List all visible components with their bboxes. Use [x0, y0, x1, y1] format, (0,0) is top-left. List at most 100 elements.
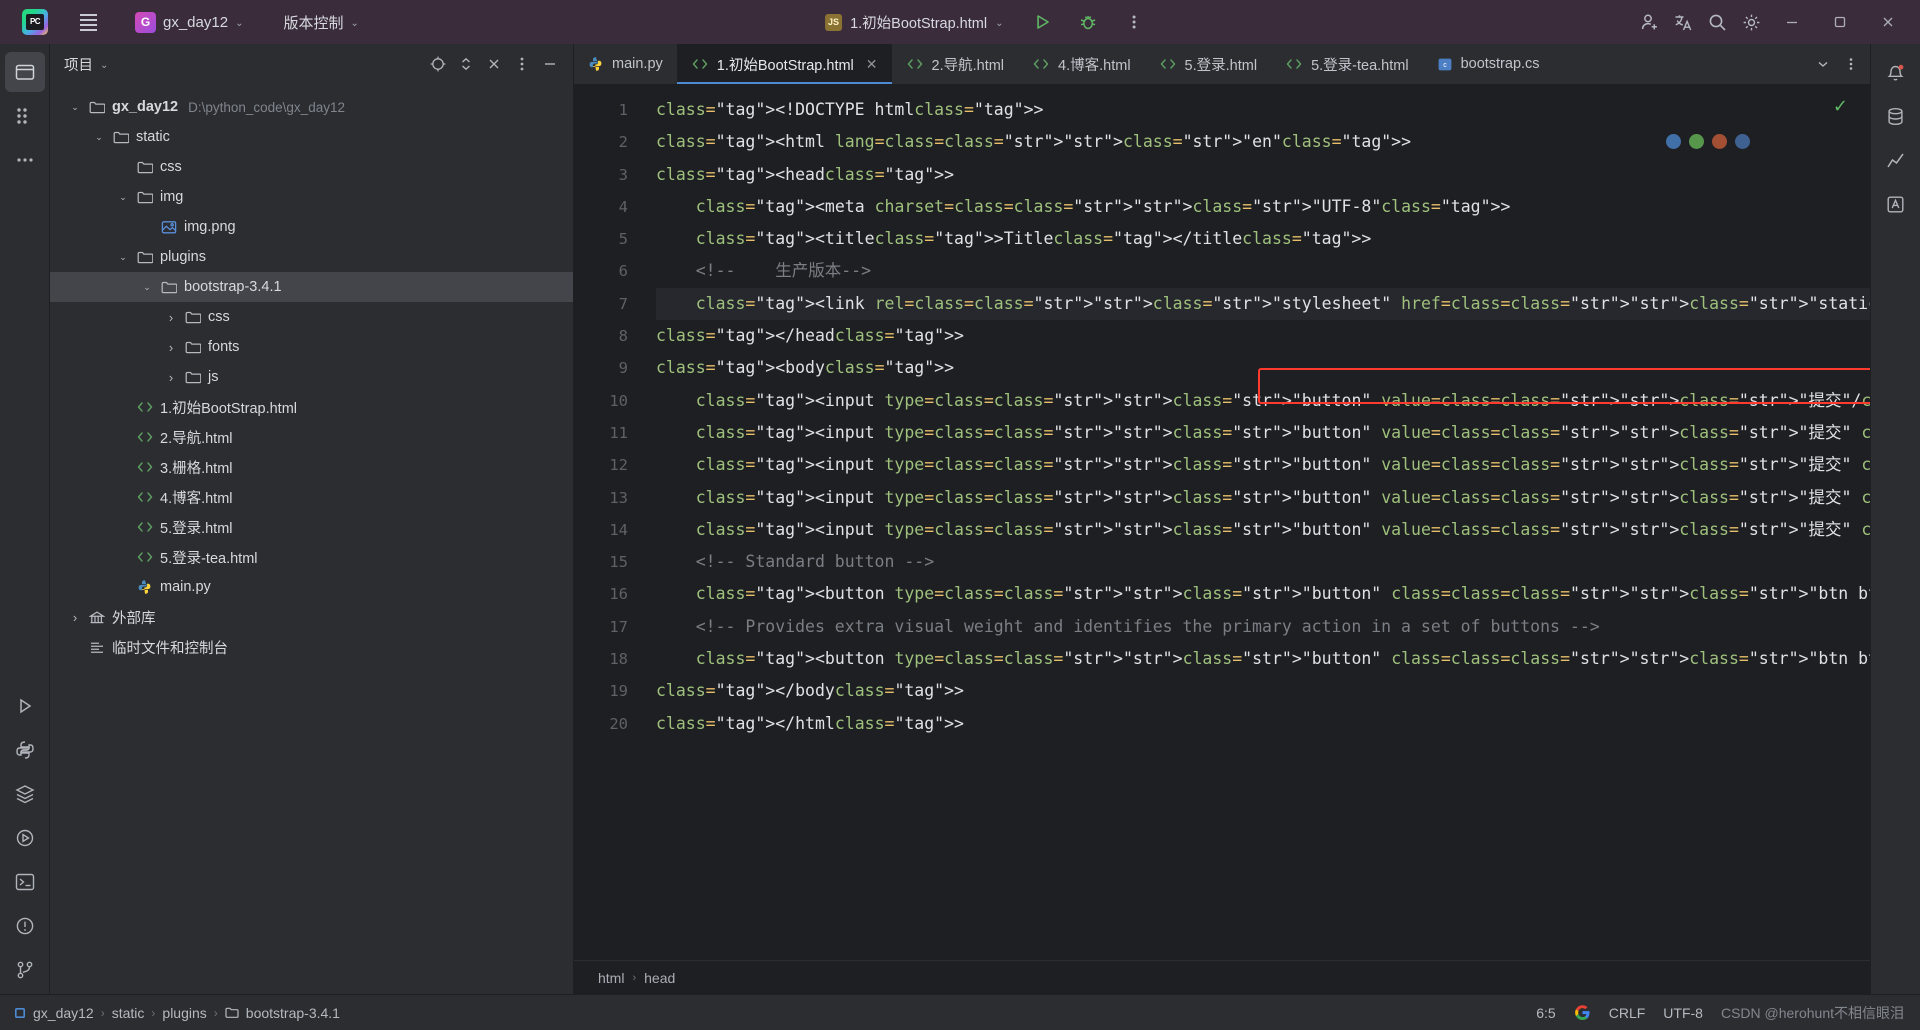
chevron-down-icon[interactable]: ⌄	[136, 282, 158, 293]
project-selector[interactable]: G gx_day12 ⌄	[128, 9, 250, 36]
editor-tab[interactable]: 2.导航.html	[892, 44, 1019, 84]
search-icon[interactable]	[1702, 7, 1732, 37]
locate-icon[interactable]	[425, 51, 451, 77]
file-encoding[interactable]: UTF-8	[1663, 1005, 1703, 1021]
code-line[interactable]: class="tag"></htmlclass="tag">>	[656, 708, 1870, 740]
python-console-icon[interactable]	[5, 730, 45, 770]
code-line[interactable]: class="tag"><meta charset=class=class="s…	[656, 191, 1870, 223]
version-control-icon[interactable]	[5, 950, 45, 990]
close-panel-icon[interactable]	[481, 51, 507, 77]
google-icon[interactable]	[1574, 1004, 1591, 1021]
code-line[interactable]: class="tag"></bodyclass="tag">>	[656, 675, 1870, 707]
hamburger-menu-icon[interactable]	[74, 8, 102, 36]
tree-node[interactable]: 5.登录.html	[50, 512, 573, 542]
code-line[interactable]: class="tag"><headclass="tag">>	[656, 159, 1870, 191]
chevron-down-icon[interactable]: ⌄	[112, 192, 134, 203]
tree-node[interactable]: 2.导航.html	[50, 422, 573, 452]
caret-position[interactable]: 6:5	[1536, 1005, 1555, 1021]
editor-tab[interactable]: 5.登录.html	[1145, 44, 1272, 84]
project-tool-icon[interactable]	[4, 52, 45, 92]
run-config-selector[interactable]: JS 1.初始BootStrap.html ⌄	[817, 8, 1011, 37]
add-user-icon[interactable]	[1634, 7, 1664, 37]
code-line[interactable]: class="tag"><input type=class=class="str…	[656, 449, 1870, 481]
editor-tab[interactable]: 1.初始BootStrap.html ✕	[676, 44, 892, 84]
code-content[interactable]: class="tag"><!DOCTYPE htmlclass="tag">> c…	[642, 84, 1870, 960]
code-line[interactable]: class="tag"><input type=class=class="str…	[656, 417, 1870, 449]
run-anything-icon[interactable]	[5, 818, 45, 858]
database-icon[interactable]	[1876, 96, 1916, 136]
code-line[interactable]: <!-- 生产版本-->	[656, 255, 1870, 287]
code-line[interactable]: <!-- Provides extra visual weight and id…	[656, 611, 1870, 643]
tree-node[interactable]: 临时文件和控制台	[50, 632, 573, 662]
gear-icon[interactable]	[1736, 7, 1766, 37]
terminal-icon[interactable]	[5, 862, 45, 902]
vcs-menu[interactable]: 版本控制 ⌄	[276, 9, 365, 36]
chevron-down-icon[interactable]	[1810, 51, 1836, 77]
code-editor[interactable]: 1 2 3 4 5 6 7 8 9 10 11 12 13 14 15 16 17 18 19 20 class="t…	[574, 84, 1870, 960]
inspection-status-icon[interactable]: ✓	[1833, 96, 1848, 117]
debug-icon[interactable]	[1073, 7, 1103, 37]
code-line[interactable]: class="tag"><input type=class=class="str…	[656, 514, 1870, 546]
options-icon[interactable]	[509, 51, 535, 77]
tree-node[interactable]: main.py	[50, 572, 573, 602]
commit-tool-icon[interactable]	[5, 96, 45, 136]
hide-icon[interactable]	[537, 51, 563, 77]
code-line[interactable]: class="tag"><link rel=class=class="str">…	[656, 287, 1870, 321]
line-separator[interactable]: CRLF	[1609, 1005, 1646, 1021]
editor-tab[interactable]: main.py	[574, 44, 677, 84]
close-tab-icon[interactable]: ✕	[866, 56, 878, 73]
tree-node[interactable]: ⌄ plugins	[50, 242, 573, 272]
services-icon[interactable]	[5, 774, 45, 814]
more-tools-icon[interactable]	[5, 140, 45, 180]
tree-node[interactable]: › 外部库	[50, 602, 573, 632]
more-vertical-icon[interactable]	[1119, 7, 1149, 37]
editor-preview-browsers[interactable]	[1666, 134, 1750, 149]
more-vertical-icon[interactable]	[1838, 51, 1864, 77]
close-icon[interactable]	[1866, 0, 1910, 44]
tree-node[interactable]: img.png	[50, 212, 573, 242]
breadcrumb-html[interactable]: html	[598, 970, 624, 986]
editor-tab[interactable]: c bootstrap.cs	[1423, 44, 1554, 84]
tree-node[interactable]: ⌄ gx_day12 D:\python_code\gx_day12	[50, 92, 573, 122]
notifications-icon[interactable]	[1876, 52, 1916, 92]
code-line[interactable]: class="tag"><button type=class=class="st…	[656, 578, 1870, 610]
tree-node[interactable]: ⌄ bootstrap-3.4.1	[50, 272, 573, 302]
chevron-right-icon[interactable]: ›	[160, 340, 182, 355]
tree-node[interactable]: › js	[50, 362, 573, 392]
chevron-down-icon[interactable]: ⌄	[112, 252, 134, 263]
chevron-right-icon[interactable]: ›	[160, 310, 182, 325]
tree-node[interactable]: ⌄ static	[50, 122, 573, 152]
statusbar-crumb-static[interactable]: static	[112, 1005, 145, 1021]
code-line[interactable]: class="tag"></headclass="tag">>	[656, 320, 1870, 352]
tree-node[interactable]: 5.登录-tea.html	[50, 542, 573, 572]
maximize-icon[interactable]	[1818, 0, 1862, 44]
run-icon[interactable]	[1027, 7, 1057, 37]
code-line[interactable]: <!-- Standard button -->	[656, 546, 1870, 578]
tree-node[interactable]: 3.栅格.html	[50, 452, 573, 482]
code-line[interactable]: class="tag"><bodyclass="tag">>	[656, 352, 1870, 384]
chevron-down-icon[interactable]: ⌄	[64, 102, 86, 113]
profiler-icon[interactable]	[1876, 140, 1916, 180]
minimize-icon[interactable]	[1770, 0, 1814, 44]
editor-tab[interactable]: 4.博客.html	[1018, 44, 1145, 84]
tree-node[interactable]: › fonts	[50, 332, 573, 362]
translation-icon[interactable]	[1876, 184, 1916, 224]
code-line[interactable]: class="tag"><titleclass="tag">>Titleclas…	[656, 223, 1870, 255]
code-line[interactable]: class="tag"><button type=class=class="st…	[656, 643, 1870, 675]
statusbar-crumb-plugins[interactable]: plugins	[162, 1005, 206, 1021]
tree-node[interactable]: › css	[50, 302, 573, 332]
chevron-down-icon[interactable]: ⌄	[100, 60, 108, 71]
translate-icon[interactable]	[1668, 7, 1698, 37]
breadcrumb-head[interactable]: head	[644, 970, 675, 986]
tree-node[interactable]: css	[50, 152, 573, 182]
problems-icon[interactable]	[5, 906, 45, 946]
tree-node[interactable]: 4.博客.html	[50, 482, 573, 512]
run-tool-icon[interactable]	[5, 686, 45, 726]
code-line[interactable]: class="tag"><!DOCTYPE htmlclass="tag">>	[656, 94, 1870, 126]
statusbar-crumb-bootstrap[interactable]: bootstrap-3.4.1	[225, 1005, 340, 1021]
code-line[interactable]: class="tag"><input type=class=class="str…	[656, 482, 1870, 514]
chevron-right-icon[interactable]: ›	[160, 370, 182, 385]
tree-node[interactable]: 1.初始BootStrap.html	[50, 392, 573, 422]
chevron-right-icon[interactable]: ›	[64, 610, 86, 625]
chevron-down-icon[interactable]: ⌄	[88, 132, 110, 143]
